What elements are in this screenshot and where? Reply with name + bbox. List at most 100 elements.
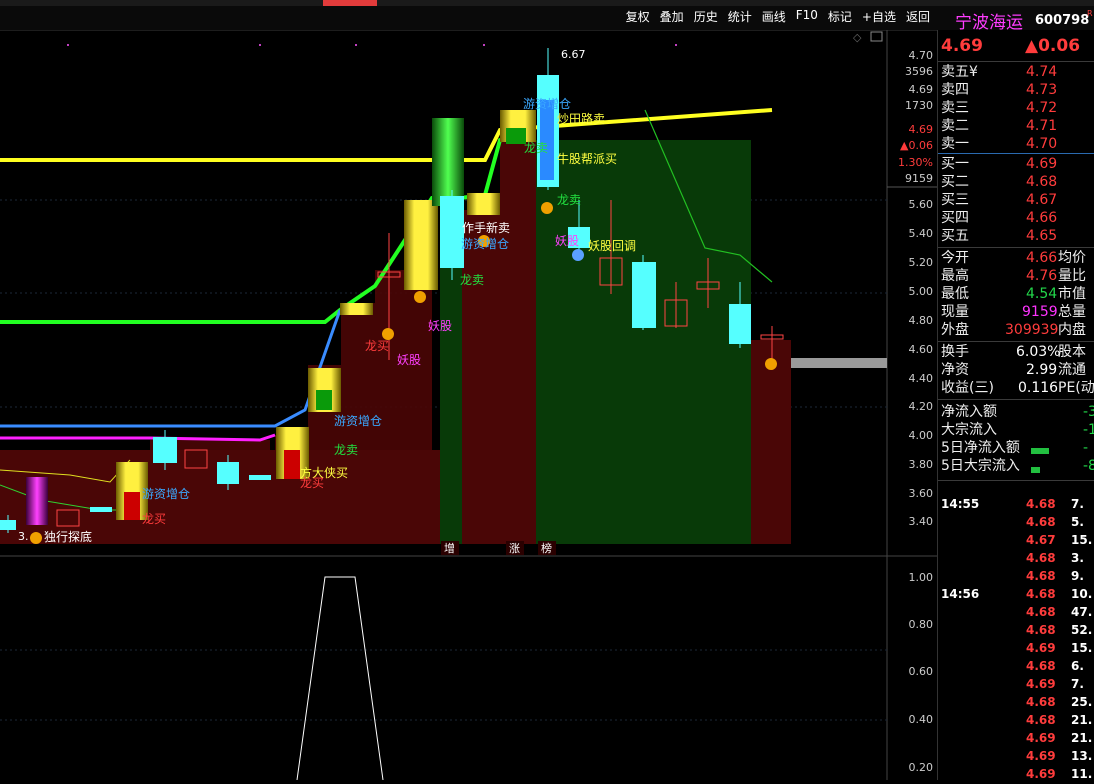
board-mark-zeng: 增 bbox=[444, 541, 455, 555]
label-9: 妖股 bbox=[428, 319, 452, 333]
outer-value: 309939 bbox=[1005, 322, 1059, 338]
tick-price: 4.68 bbox=[1026, 713, 1056, 727]
current-price-bar bbox=[791, 358, 887, 368]
stock-badge: R bbox=[1087, 9, 1093, 18]
bid3-label: 买三 bbox=[941, 192, 969, 208]
board-mark-zhang: 涨 bbox=[509, 542, 520, 555]
stock-code: 600798 bbox=[1035, 13, 1090, 28]
open-value: 4.66 bbox=[1026, 250, 1058, 266]
ask4-price: 4.73 bbox=[1026, 82, 1058, 98]
menu-stats[interactable]: 统计 bbox=[728, 8, 752, 25]
axis-top-2: 4.69 bbox=[909, 83, 934, 96]
tick-price: 4.68 bbox=[1026, 623, 1056, 637]
menu-draw[interactable]: 画线 bbox=[762, 8, 786, 25]
menu-history[interactable]: 历史 bbox=[694, 8, 718, 25]
axis-top-1: 3596 bbox=[905, 65, 933, 78]
low-label: 最低 bbox=[941, 286, 969, 302]
ask1-price: 4.70 bbox=[1026, 136, 1058, 152]
block-flow-5d-bar bbox=[1031, 467, 1040, 473]
menu-f10[interactable]: F10 bbox=[796, 8, 818, 25]
block-flow-5d-value: -8 bbox=[1083, 458, 1094, 474]
tick-price: 4.68 bbox=[1026, 569, 1056, 583]
menu-overlay[interactable]: 叠加 bbox=[660, 8, 684, 25]
label-2: 龙买 bbox=[142, 512, 166, 526]
top-menu: 复权 叠加 历史 统计 画线 F10 标记 +自选 返回 bbox=[626, 8, 930, 25]
block-flow-5d-label: 5日大宗流入 bbox=[941, 458, 1020, 474]
label-10: 龙卖 bbox=[460, 273, 484, 287]
ask2-label: 卖二 bbox=[941, 118, 969, 134]
axis-tick-3: 5.00 bbox=[909, 285, 934, 298]
ask1-label: 卖一 bbox=[941, 136, 969, 152]
diamond-icon[interactable]: ◇ bbox=[853, 31, 862, 44]
tick-volume: 15. bbox=[1071, 533, 1093, 547]
menu-mark[interactable]: 标记 bbox=[828, 8, 852, 25]
sub-axis-4: 0.20 bbox=[909, 761, 934, 774]
ask5-price: 4.74 bbox=[1026, 64, 1058, 80]
tick-price: 4.69 bbox=[1026, 641, 1056, 655]
tick-volume: 7. bbox=[1071, 497, 1084, 511]
sub-axis-3: 0.40 bbox=[909, 713, 934, 726]
kline-svg[interactable]: 6.67 3. 独行探底 游资增仓 龙买 方大侠买 龙卖 游资增仓 龙买 龙买 … bbox=[0, 29, 937, 781]
price-change: ▲0.06 bbox=[1025, 36, 1081, 56]
netflow-5d-value: - bbox=[1083, 440, 1089, 456]
axis-tick-9: 3.80 bbox=[909, 458, 934, 471]
inner-label: 内盘 bbox=[1058, 322, 1086, 338]
last-price: 4.69 bbox=[941, 36, 983, 56]
netflow-5d-bar bbox=[1031, 448, 1049, 454]
tick-volume: 10. bbox=[1071, 587, 1093, 601]
float-label: 流通 bbox=[1058, 362, 1086, 378]
axis-mid-3: 9159 bbox=[905, 172, 933, 185]
ask3-label: 卖三 bbox=[941, 100, 969, 116]
turnover-value: 6.03% bbox=[1016, 344, 1061, 360]
tick-price: 4.69 bbox=[1026, 767, 1056, 781]
axis-tick-1: 5.40 bbox=[909, 227, 934, 240]
low-price-label: 3. bbox=[18, 530, 29, 543]
tick-volume: 11. bbox=[1071, 767, 1093, 781]
tick-time: 14:56 bbox=[941, 587, 980, 601]
share-capital-label: 股本 bbox=[1058, 344, 1086, 360]
axis-mid-1: ▲0.06 bbox=[900, 139, 933, 152]
tick-volume: 21. bbox=[1071, 731, 1093, 745]
avg-label: 均价 bbox=[1058, 250, 1086, 266]
menu-fuquan[interactable]: 复权 bbox=[626, 8, 650, 25]
block-flow-label: 大宗流入 bbox=[941, 422, 997, 438]
tick-price: 4.68 bbox=[1026, 587, 1056, 601]
axis-tick-7: 4.20 bbox=[909, 400, 934, 413]
label-1: 游资增仓 bbox=[142, 487, 190, 501]
outer-label: 外盘 bbox=[941, 322, 969, 338]
bid5-label: 买五 bbox=[941, 228, 969, 244]
axis-tick-6: 4.40 bbox=[909, 372, 934, 385]
high-price-label: 6.67 bbox=[561, 48, 586, 61]
turnover-label: 换手 bbox=[941, 344, 969, 360]
bid3-price: 4.67 bbox=[1026, 192, 1058, 208]
net-asset-label: 净资 bbox=[941, 362, 969, 378]
axis-tick-8: 4.00 bbox=[909, 429, 934, 442]
board-mark-bang: 榜 bbox=[541, 541, 552, 555]
label-14: 游资增仓 bbox=[523, 97, 571, 111]
tick-price: 4.68 bbox=[1026, 695, 1056, 709]
bid4-label: 买四 bbox=[941, 210, 969, 226]
label-18: 妖股 bbox=[555, 234, 579, 248]
current-vol-label: 现量 bbox=[941, 304, 969, 320]
tick-price: 4.68 bbox=[1026, 497, 1056, 511]
eps-label: 收益(三) bbox=[941, 380, 994, 396]
label-15: 炒田路卖 bbox=[557, 111, 605, 126]
bid1-label: 买一 bbox=[941, 156, 969, 172]
menu-add-watchlist[interactable]: +自选 bbox=[862, 8, 896, 25]
tick-price: 4.68 bbox=[1026, 659, 1056, 673]
label-0: 独行探底 bbox=[44, 529, 92, 544]
kline-chart[interactable]: 6.67 3. 独行探底 游资增仓 龙买 方大侠买 龙卖 游资增仓 龙买 龙买 … bbox=[0, 29, 937, 781]
tick-price: 4.69 bbox=[1026, 731, 1056, 745]
label-7: 龙买 bbox=[365, 339, 389, 353]
current-vol-value: 9159 bbox=[1022, 304, 1058, 320]
eps-value: 0.116 bbox=[1018, 380, 1059, 396]
bid4-price: 4.66 bbox=[1026, 210, 1058, 226]
tick-price: 4.68 bbox=[1026, 551, 1056, 565]
tick-time: 14:55 bbox=[941, 497, 980, 511]
axis-mid-0: 4.69 bbox=[909, 123, 934, 136]
tick-volume: 52. bbox=[1071, 623, 1093, 637]
axis-tick-0: 5.60 bbox=[909, 198, 934, 211]
menu-back[interactable]: 返回 bbox=[906, 8, 930, 25]
tick-price: 4.68 bbox=[1026, 515, 1056, 529]
axis-top-3: 1730 bbox=[905, 99, 933, 112]
